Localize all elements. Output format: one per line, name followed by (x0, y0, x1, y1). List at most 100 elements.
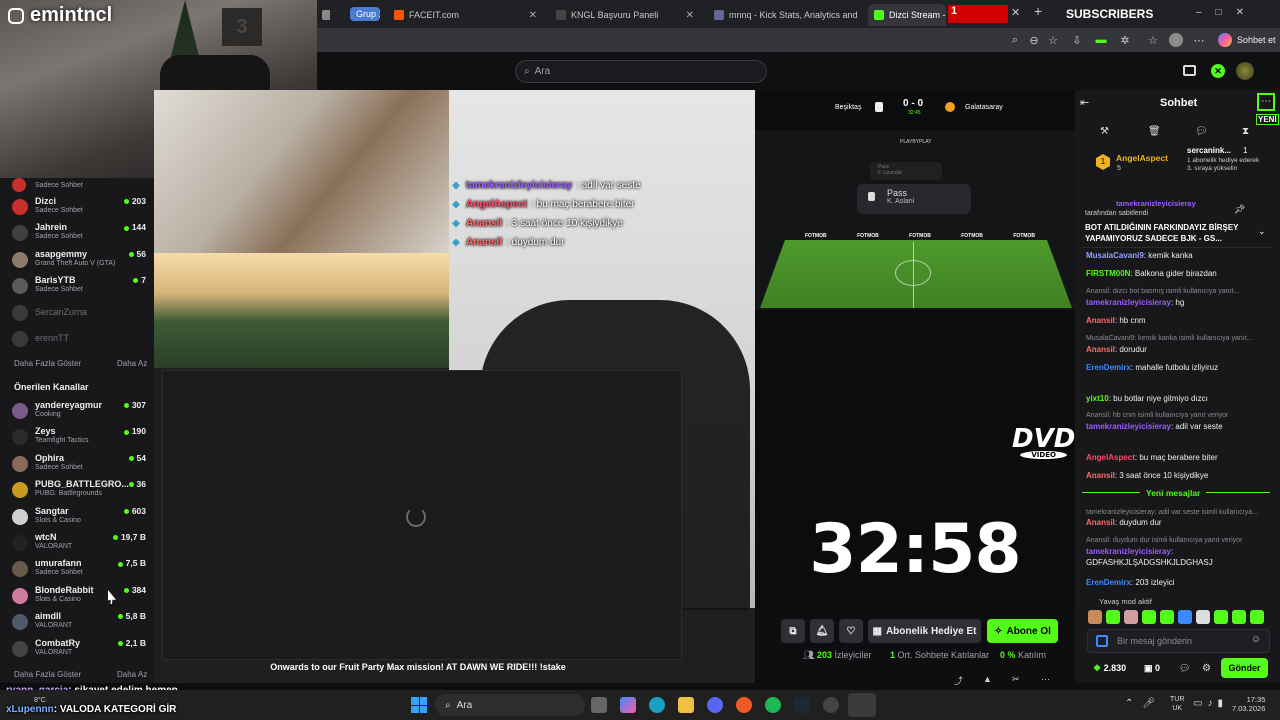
chat-message[interactable]: Anansil: hb cnm (1086, 315, 1272, 326)
chat-username[interactable]: tamekranizleyicisieray (1086, 298, 1171, 307)
sidebar-item[interactable]: Dizci Sadece Sohbet 203 (10, 194, 150, 220)
hourglass-icon[interactable]: ⧗ (1242, 126, 1249, 137)
sidebar-item[interactable]: BlondeRabbit Slots & Casino 384 (10, 583, 150, 609)
settings-gear-icon[interactable]: ⚙ (1202, 663, 1211, 674)
copilot-icon[interactable] (1218, 33, 1232, 47)
show-less-link-2[interactable]: Daha Az (117, 670, 147, 679)
sidebar-item[interactable]: erennTT (10, 326, 150, 352)
chat-username[interactable]: ErenDemirx (1086, 363, 1131, 372)
reply-context[interactable]: Anansil: dızcı bot basmış isimli kullanı… (1086, 286, 1272, 297)
chat-username[interactable]: ErenDemirx (1086, 578, 1131, 587)
chat-message[interactable]: AngelAspect: bu maç berabere biter (1086, 452, 1272, 463)
sidebar-item[interactable]: Jahrein Sadece Sohbet 144 (10, 220, 150, 246)
report-icon[interactable]: ▲ (983, 674, 992, 684)
sidebar-item[interactable]: yandereyagmur Cooking 307 (10, 398, 150, 424)
browser-tab[interactable]: Grup 1 (350, 7, 380, 21)
sidebar-item[interactable]: umurafann Sadece Sohbet 7,5 B (10, 556, 150, 582)
search-input[interactable]: ⌕ Ara (515, 60, 767, 83)
channel-points[interactable]: ❖ 2.830 (1093, 663, 1126, 674)
profile-label[interactable]: Sohbet et (1237, 35, 1276, 45)
new-tab-icon[interactable]: + (1034, 3, 1042, 19)
chat-username[interactable]: Anansil (1086, 345, 1115, 354)
emote-icon[interactable] (1178, 610, 1192, 624)
emote-icon[interactable] (1124, 610, 1138, 624)
extension-icon[interactable]: ▬ (1094, 33, 1108, 47)
collapse-chat-icon[interactable]: ⇤ (1080, 96, 1089, 109)
chat-message[interactable]: yixt10: bu botlar niye gitmiyo dızcı (1086, 393, 1272, 404)
task-view-icon[interactable] (591, 697, 607, 713)
tab-close-icon[interactable]: ✕ (529, 10, 537, 21)
chat-message[interactable]: ErenDemirx: mahalle futbolu izliyiruz (1086, 362, 1272, 373)
sidebar-item[interactable]: wtcN VALORANT 19,7 B (10, 530, 150, 556)
browser-tab[interactable]: mnnq - Kick Stats, Analytics and C✕ (708, 4, 860, 26)
show-less-link[interactable]: Daha Az (117, 359, 147, 368)
download-icon[interactable]: ⇩ (1070, 33, 1084, 47)
reply-context[interactable]: Anansil: duydum dur isimli kullanıcıya y… (1086, 535, 1272, 546)
library-icon[interactable] (1183, 65, 1196, 76)
chat-username[interactable]: yixt10 (1086, 394, 1109, 403)
browser-tab[interactable]: KNGL Başvuru Paneli ✕ (550, 4, 700, 26)
emote-icon[interactable] (1160, 610, 1174, 624)
show-more-link[interactable]: Daha Fazla Göster (14, 359, 81, 368)
chat-message[interactable]: FIRSTM00N: Balkona gider birazdan (1086, 268, 1272, 279)
reply-context[interactable]: MusalaCavani9: kemik kanka isimli kullan… (1086, 333, 1272, 344)
gift-sub-button[interactable]: ▦ Abonelik Hediye Et (868, 619, 981, 643)
user-avatar[interactable] (1236, 62, 1254, 80)
emote-icon[interactable] (1250, 610, 1264, 624)
chat-input[interactable]: Bir mesaj gönderin ☺ (1087, 629, 1270, 653)
chat-message[interactable]: MusalaCavani9: kemik kanka (1086, 250, 1272, 261)
trash-icon[interactable]: 🗑︎ (1148, 126, 1161, 137)
chat-message[interactable]: Anansil: 3 saat önce 10 kişiydikye (1086, 470, 1272, 481)
chat-menu-button[interactable]: ⋯ (1257, 93, 1275, 111)
pinned-message[interactable]: tamekranizleyicisieray tarafından sabitl… (1082, 196, 1272, 248)
chat-username[interactable]: tamekranizleyicisieray (1086, 422, 1171, 431)
follow-heart-button[interactable]: ♡ (839, 619, 863, 643)
browser-tab[interactable]: Dizci Stream - V✕ (868, 4, 946, 26)
gift-user[interactable]: sercanink... (1187, 146, 1231, 155)
steam-icon[interactable] (794, 697, 810, 713)
taskbar-search[interactable]: ⌕ Ara (435, 694, 585, 716)
chat-username[interactable]: MusalaCavani9 (1086, 251, 1144, 260)
tab-close-icon[interactable]: ✕ (1011, 6, 1020, 19)
sidebar-item[interactable]: aimdll VALORANT 5,8 B (10, 609, 150, 635)
extensions-puzzle-icon[interactable]: ✲ (1118, 33, 1132, 47)
chat-bubble-icon[interactable]: 💬︎ (1195, 126, 1208, 137)
sidebar-item[interactable]: SercanZurna (10, 300, 150, 326)
kick-points-icon[interactable]: ✕ (1211, 64, 1225, 78)
pinned-expand-icon[interactable]: ⌄ (1258, 226, 1266, 237)
windows-start-icon[interactable] (411, 697, 427, 713)
emote-icon[interactable] (1196, 610, 1210, 624)
sidebar-item-partial[interactable]: Sadece Sohbet (10, 178, 150, 192)
translate-icon[interactable]: ⊖ (1027, 33, 1041, 47)
edge-icon[interactable] (649, 697, 665, 713)
emote-icon[interactable] (1088, 610, 1102, 624)
active-app-icon[interactable] (848, 693, 876, 717)
chat-message[interactable]: tamekranizleyicisieray: hg (1086, 297, 1272, 308)
chat-bubble-button[interactable]: 💬︎ (1179, 663, 1190, 674)
favorites-icon[interactable]: ☆ (1146, 33, 1160, 47)
emoji-icon[interactable]: ☺ (1251, 634, 1261, 645)
reply-context[interactable]: Anansil: hb cnm isimli kullanıcıya yanıt… (1086, 410, 1272, 421)
send-button[interactable]: Gönder (1221, 658, 1268, 678)
chat-username[interactable]: FIRSTM00N (1086, 269, 1130, 278)
chat-username[interactable]: Anansil (1086, 471, 1115, 480)
emote-bar[interactable] (1088, 610, 1272, 624)
window-controls[interactable]: –□✕ (1196, 7, 1258, 18)
sidebar-item[interactable]: PUBG_BATTLEGRO... PUBG: Battlegrounds 36 (10, 477, 150, 503)
notifications-button[interactable]: 🔔︎ (810, 619, 834, 643)
chat-username[interactable]: Anansil (1086, 316, 1115, 325)
clock[interactable]: 17:35 7.03.2026 (1232, 695, 1265, 713)
chat-message[interactable]: ErenDemirx: 203 izleyici (1086, 577, 1272, 588)
top-gifter-name[interactable]: AngelAspect (1116, 153, 1168, 163)
browser-tab[interactable]: co (316, 4, 330, 26)
share-icon[interactable]: ⤴ (954, 674, 963, 687)
spotify-icon[interactable] (765, 697, 781, 713)
chat-username[interactable]: tamekranizleyicisieray (1086, 547, 1171, 556)
copilot-app-icon[interactable] (620, 697, 636, 713)
chat-username[interactable]: AngelAspect (1086, 453, 1135, 462)
emote-icon[interactable] (1106, 610, 1120, 624)
subscribe-button[interactable]: ✧ Abone Ol (987, 619, 1058, 643)
chat-username[interactable]: Anansil (1086, 518, 1115, 527)
menu-dots-icon[interactable]: ⋯ (1192, 33, 1206, 47)
zoom-icon[interactable]: ⌕ (1008, 33, 1022, 47)
